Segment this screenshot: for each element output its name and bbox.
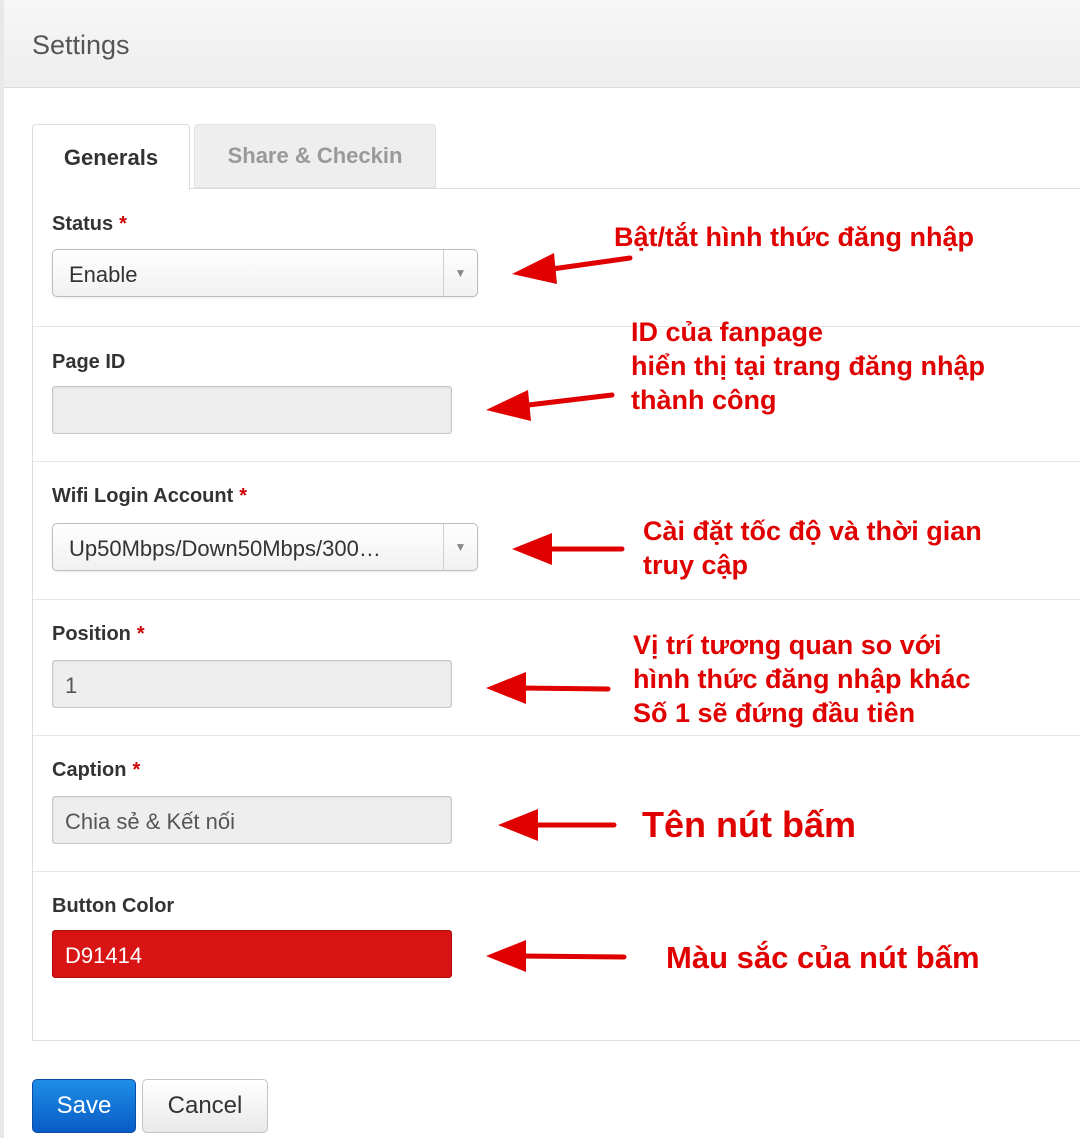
required-mark: * (239, 485, 248, 507)
chevron-down-icon: ▼ (443, 250, 477, 296)
annotation-line: hiển thị tại trang đăng nhập (631, 351, 985, 381)
required-mark: * (136, 623, 145, 645)
divider (33, 599, 1080, 600)
annotation-line: truy cập (643, 550, 749, 580)
divider (33, 871, 1080, 872)
button-color-input[interactable]: D91414 (52, 930, 452, 978)
button-color-label: Button Color (52, 895, 174, 918)
button-color-value: D91414 (65, 943, 143, 968)
save-button[interactable]: Save (32, 1079, 136, 1133)
page-id-label: Page ID (52, 351, 125, 374)
page-id-input[interactable] (52, 386, 452, 434)
annotation-position: Vị trí tương quan so với hình thức đăng … (633, 628, 971, 730)
annotation-line: Tên nút bấm (642, 804, 856, 845)
caption-label: Caption * (52, 759, 140, 782)
wifi-login-account-label: Wifi Login Account * (52, 485, 247, 508)
annotation-line: Màu sắc của nút bấm (666, 940, 980, 975)
annotation-wifi: Cài đặt tốc độ và thời gian truy cập (643, 514, 982, 582)
position-label-text: Position (52, 623, 131, 645)
annotation-line: Cài đặt tốc độ và thời gian (643, 516, 982, 546)
annotation-line: Vị trí tương quan so với (633, 630, 942, 660)
tab-generals[interactable]: Generals (32, 124, 190, 190)
button-color-label-text: Button Color (52, 895, 175, 917)
status-select[interactable]: Enable ▼ (52, 249, 478, 297)
cancel-button[interactable]: Cancel (142, 1079, 268, 1133)
caption-label-text: Caption (52, 759, 127, 781)
annotation-page-id: ID của fanpage hiển thị tại trang đăng n… (631, 315, 985, 417)
status-label-text: Status (52, 213, 114, 235)
annotation-line: thành công (631, 385, 777, 415)
wifi-login-account-label-text: Wifi Login Account (52, 485, 234, 507)
annotation-status: Bật/tắt hình thức đăng nhập (614, 220, 974, 254)
divider (33, 461, 1080, 462)
tab-share-checkin[interactable]: Share & Checkin (194, 124, 436, 188)
caption-input[interactable]: Chia sẻ & Kết nối (52, 796, 452, 844)
wifi-login-account-select[interactable]: Up50Mbps/Down50Mbps/300… ▼ (52, 523, 478, 571)
annotation-button-color: Màu sắc của nút bấm (666, 940, 980, 976)
annotation-line: Số 1 sẽ đứng đầu tiên (633, 698, 916, 728)
position-value: 1 (65, 673, 78, 698)
annotation-line: Bật/tắt hình thức đăng nhập (614, 222, 975, 252)
page-id-label-text: Page ID (52, 351, 126, 373)
annotation-line: hình thức đăng nhập khác (633, 664, 971, 694)
required-mark: * (132, 759, 141, 781)
chevron-down-icon: ▼ (443, 524, 477, 570)
annotation-caption: Tên nút bấm (642, 805, 856, 845)
settings-header: Settings (4, 0, 1080, 88)
position-input[interactable]: 1 (52, 660, 452, 708)
position-label: Position * (52, 623, 145, 646)
status-label: Status * (52, 213, 127, 236)
page-title: Settings (32, 30, 130, 60)
caption-value: Chia sẻ & Kết nối (65, 809, 235, 834)
status-select-value: Enable (69, 262, 138, 287)
required-mark: * (119, 213, 127, 235)
wifi-login-account-value: Up50Mbps/Down50Mbps/300… (69, 536, 381, 561)
annotation-line: ID của fanpage (631, 317, 824, 347)
divider (33, 735, 1080, 736)
